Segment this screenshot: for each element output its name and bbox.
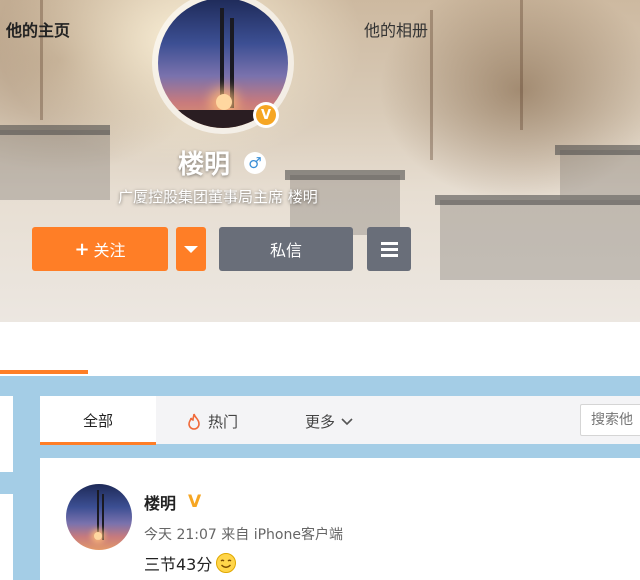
more-menu-button[interactable]	[367, 227, 411, 271]
follow-button[interactable]: + 关注	[32, 227, 168, 271]
sidebar-card	[0, 494, 13, 580]
avatar-detail	[230, 18, 234, 108]
vip-v-icon: V	[188, 492, 202, 512]
cover-decoration	[0, 125, 110, 135]
filter-hot-tab[interactable]: 热门	[186, 411, 238, 432]
chevron-down-icon	[341, 417, 353, 425]
cover-decoration	[520, 0, 523, 130]
verified-badge: V	[253, 102, 279, 128]
plus-icon: +	[74, 238, 90, 260]
cover-decoration	[430, 10, 433, 160]
filter-more-dropdown[interactable]: 更多	[305, 411, 353, 432]
cover-decoration	[285, 170, 405, 180]
verified-v-icon: V	[256, 105, 276, 125]
post-text: 三节43分	[144, 551, 237, 575]
search-input[interactable]	[580, 404, 640, 436]
filter-active-indicator	[40, 442, 156, 445]
filter-all-tab[interactable]: 全部	[40, 396, 156, 444]
message-button[interactable]: 私信	[219, 227, 353, 271]
cover-decoration	[555, 145, 640, 155]
menu-icon	[380, 241, 398, 245]
avatar-detail	[220, 8, 224, 108]
smile-emoji-icon	[216, 553, 237, 573]
post-text-content: 三节43分	[144, 555, 213, 574]
avatar-detail	[94, 532, 102, 540]
male-icon: ♂	[244, 152, 266, 174]
tab-album[interactable]: 他的相册	[364, 17, 428, 41]
tab-active-indicator	[0, 370, 88, 374]
cover-decoration	[0, 130, 110, 200]
follow-dropdown-button[interactable]	[176, 227, 206, 271]
cover-decoration	[440, 200, 640, 280]
flame-icon	[188, 413, 200, 430]
cover-decoration	[560, 150, 640, 200]
profile-tabbar	[0, 322, 640, 376]
caret-down-icon	[184, 245, 198, 253]
filter-hot-label: 热门	[208, 413, 239, 431]
sidebar-card	[0, 396, 13, 472]
profile-description: 广厦控股集团董事局主席 楼明	[118, 188, 318, 206]
post-author-name[interactable]: 楼明	[144, 490, 176, 514]
profile-name: 楼明	[178, 150, 231, 180]
follow-label: 关注	[93, 241, 126, 260]
message-label: 私信	[269, 241, 302, 260]
tab-home[interactable]: 他的主页	[6, 17, 70, 41]
profile-cover: V 楼明 ♂ 广厦控股集团董事局主席 楼明 + 关注 私信	[0, 0, 640, 322]
avatar-detail	[102, 494, 104, 540]
post-author-avatar[interactable]	[66, 484, 132, 550]
filter-more-label: 更多	[305, 413, 336, 431]
post-meta: 今天 21:07 来自 iPhone客户端	[144, 527, 343, 543]
avatar-detail	[216, 94, 232, 110]
